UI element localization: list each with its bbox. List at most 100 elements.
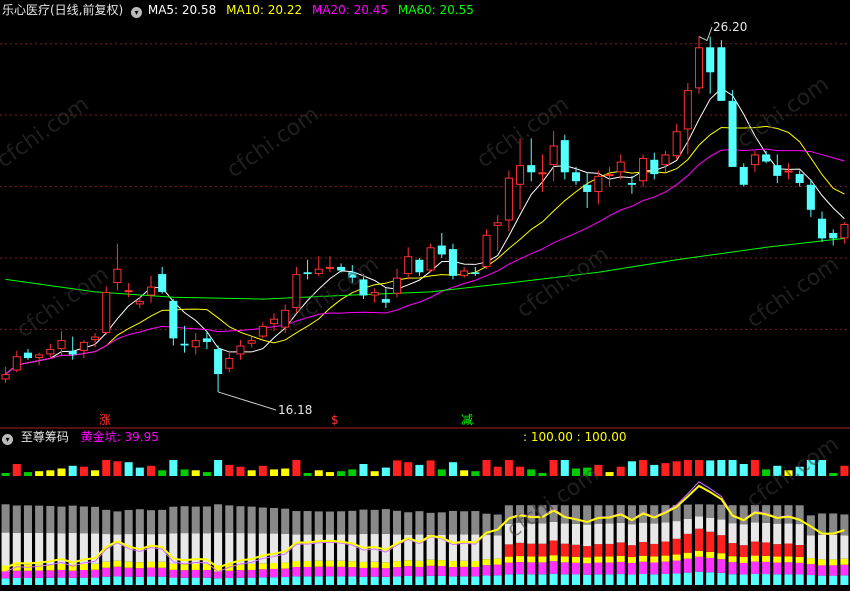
indicator-segment — [773, 562, 782, 575]
indicator-segment — [818, 534, 827, 560]
indicator-bar — [68, 465, 77, 585]
candle-body — [404, 256, 413, 275]
indicator-segment — [91, 569, 100, 578]
indicator-segment — [460, 560, 469, 567]
indicator-segment — [583, 557, 592, 564]
indicator-segment — [437, 512, 446, 535]
candle-body — [516, 165, 525, 185]
indicator-segment — [482, 559, 491, 566]
indicator-bar — [672, 461, 681, 585]
indicator-top-bar — [829, 473, 838, 476]
indicator-segment — [829, 534, 838, 560]
indicator-segment — [247, 569, 256, 578]
indicator-segment — [717, 553, 726, 560]
indicator-segment — [627, 556, 636, 563]
indicator-segment — [840, 535, 849, 559]
candle-body — [448, 249, 457, 276]
indicator-top-bar — [504, 460, 513, 476]
indicator-segment — [672, 521, 681, 539]
chart-header: 乐心医疗(日线,前复权) ▾ MA5: 20.58 MA10: 20.22 MA… — [2, 3, 474, 18]
indicator-segment — [404, 512, 413, 535]
indicator-segment — [370, 567, 379, 577]
indicator-bar — [706, 460, 715, 585]
indicator-segment — [303, 560, 312, 567]
candle-body — [773, 165, 782, 176]
indicator-segment — [460, 511, 469, 535]
indicator-segment — [35, 532, 44, 565]
candle-body — [169, 300, 178, 339]
indicator-segment — [616, 542, 625, 556]
indicator-segment — [426, 565, 435, 576]
indicator-segment — [370, 576, 379, 585]
indicator-segment — [269, 508, 279, 534]
indicator-segment — [650, 523, 659, 544]
indicator-top-bar — [158, 470, 167, 476]
candle-body — [381, 299, 390, 303]
indicator-segment — [482, 565, 491, 576]
indicator-segment — [247, 577, 256, 585]
indicator-segment — [750, 561, 759, 574]
dropdown-icon[interactable]: ▾ — [131, 7, 143, 18]
indicator-top-bar — [560, 460, 569, 476]
indicator-segment — [616, 555, 625, 562]
candle — [493, 215, 502, 251]
indicator-segment — [560, 574, 569, 585]
candle-body — [113, 268, 122, 284]
candle-body — [527, 165, 536, 173]
indicator-segment — [35, 505, 44, 533]
candle — [448, 243, 457, 280]
indicator-segment — [46, 570, 55, 578]
candle-body — [538, 172, 547, 175]
indicator-segment — [538, 543, 547, 557]
indicator-top-bar — [35, 471, 44, 476]
indicator-panel[interactable] — [1, 460, 849, 585]
indicator-bar — [46, 470, 55, 585]
settings-icon[interactable]: ▾ — [2, 434, 13, 445]
indicator-top-bar — [404, 462, 413, 476]
indicator-top-bar — [191, 470, 200, 476]
indicator-segment — [773, 505, 782, 524]
candlesticks[interactable] — [1, 36, 849, 392]
indicator-segment — [337, 576, 346, 585]
indicator-segment — [784, 562, 793, 575]
indicator-segment — [225, 505, 234, 533]
candle-body — [393, 277, 402, 294]
indicator-segment — [12, 505, 21, 533]
indicator-bar — [348, 469, 357, 585]
candle-body — [493, 222, 502, 226]
indicator-segment — [158, 567, 167, 577]
candle-body — [191, 340, 200, 348]
stock-chart[interactable] — [0, 0, 850, 591]
indicator-segment — [583, 574, 592, 585]
indicator-segment — [314, 511, 323, 535]
indicator-segment — [717, 504, 726, 520]
indicator-bar — [236, 466, 245, 585]
indicator-segment — [23, 505, 32, 533]
ma20-line — [5, 148, 845, 375]
indicator-segment — [292, 566, 301, 577]
indicator-segment — [381, 509, 390, 534]
indicator-segment — [482, 575, 491, 585]
candle-body — [135, 300, 144, 305]
indicator-bar — [381, 467, 390, 585]
indicator-segment — [762, 555, 771, 562]
candle-body — [806, 184, 815, 210]
indicator-segment — [348, 534, 357, 562]
indicator-segment — [650, 543, 659, 557]
indicator-top-bar — [135, 467, 144, 476]
indicator-segment — [605, 523, 614, 544]
indicator-segment — [750, 541, 759, 556]
indicator-segment — [404, 566, 413, 576]
candle — [460, 266, 469, 278]
candle-body — [627, 183, 636, 185]
indicator-segment — [583, 563, 592, 575]
indicator-segment — [661, 555, 670, 562]
candle-body — [672, 131, 681, 157]
indicator-segment — [124, 561, 133, 568]
indicator-bar — [829, 473, 838, 585]
indicator-segment — [784, 505, 793, 524]
candle — [258, 322, 267, 339]
indicator-segment — [818, 559, 827, 566]
candle — [672, 124, 681, 160]
indicator-segment — [169, 506, 178, 534]
